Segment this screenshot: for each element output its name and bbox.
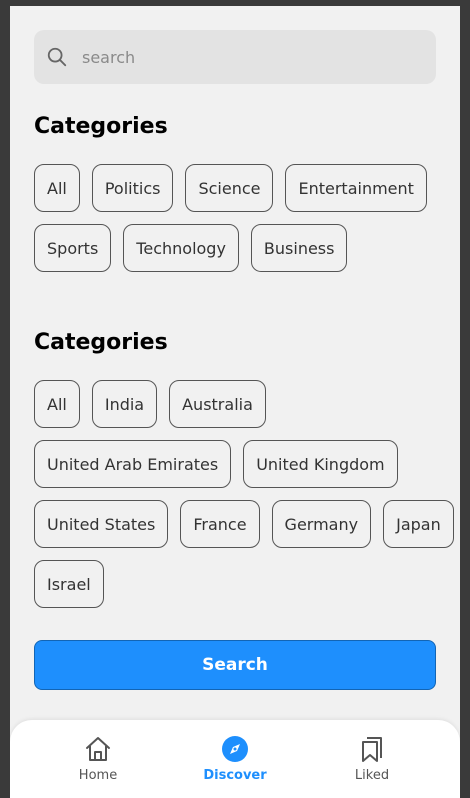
chip-israel[interactable]: Israel — [34, 560, 104, 608]
chip-germany[interactable]: Germany — [271, 500, 372, 548]
chip-all[interactable]: All — [34, 164, 80, 212]
nav-item-home[interactable]: Home — [48, 720, 148, 798]
chip-business[interactable]: Business — [250, 224, 348, 272]
bottom-nav: Home Discover Liked — [10, 720, 460, 798]
categories-heading: Categories — [34, 114, 168, 139]
chip-sports[interactable]: Sports — [34, 224, 112, 272]
compass-icon — [222, 736, 248, 762]
chip-india[interactable]: India — [91, 380, 158, 428]
nav-label: Discover — [203, 768, 267, 783]
chip-united-arab-emirates[interactable]: United Arab Emirates — [34, 440, 232, 488]
countries-heading: Categories — [34, 330, 168, 355]
nav-label: Liked — [354, 768, 390, 783]
search-button[interactable]: Search — [34, 640, 436, 690]
chip-row: All Politics Science Entertainment — [34, 164, 460, 212]
chip-all[interactable]: All — [34, 380, 80, 428]
home-icon — [86, 737, 110, 761]
nav-item-discover[interactable]: Discover — [185, 720, 285, 798]
search-bar[interactable] — [34, 30, 436, 84]
chip-australia[interactable]: Australia — [169, 380, 266, 428]
chip-row: United Arab Emirates United Kingdom — [34, 440, 460, 488]
chip-politics[interactable]: Politics — [91, 164, 174, 212]
chip-united-kingdom[interactable]: United Kingdom — [243, 440, 398, 488]
chip-technology[interactable]: Technology — [123, 224, 239, 272]
chip-japan[interactable]: Japan — [383, 500, 454, 548]
chip-row: Israel — [34, 560, 460, 608]
chip-row: United States France Germany Japan — [34, 500, 460, 548]
chip-entertainment[interactable]: Entertainment — [285, 164, 427, 212]
bookmarks-icon — [362, 737, 382, 762]
app-screen: Categories All Politics Science Entertai… — [10, 6, 460, 798]
chip-row: All India Australia — [34, 380, 460, 428]
chip-row: Sports Technology Business — [34, 224, 460, 272]
chip-france[interactable]: France — [180, 500, 260, 548]
nav-item-liked[interactable]: Liked — [322, 720, 422, 798]
chip-science[interactable]: Science — [185, 164, 274, 212]
chip-united-states[interactable]: United States — [34, 500, 169, 548]
topic-chip-group: All Politics Science Entertainment Sport… — [34, 164, 460, 284]
search-icon — [47, 47, 67, 67]
country-chip-group: All India Australia United Arab Emirates… — [34, 380, 460, 620]
search-input[interactable] — [80, 46, 404, 68]
nav-label: Home — [78, 768, 118, 783]
